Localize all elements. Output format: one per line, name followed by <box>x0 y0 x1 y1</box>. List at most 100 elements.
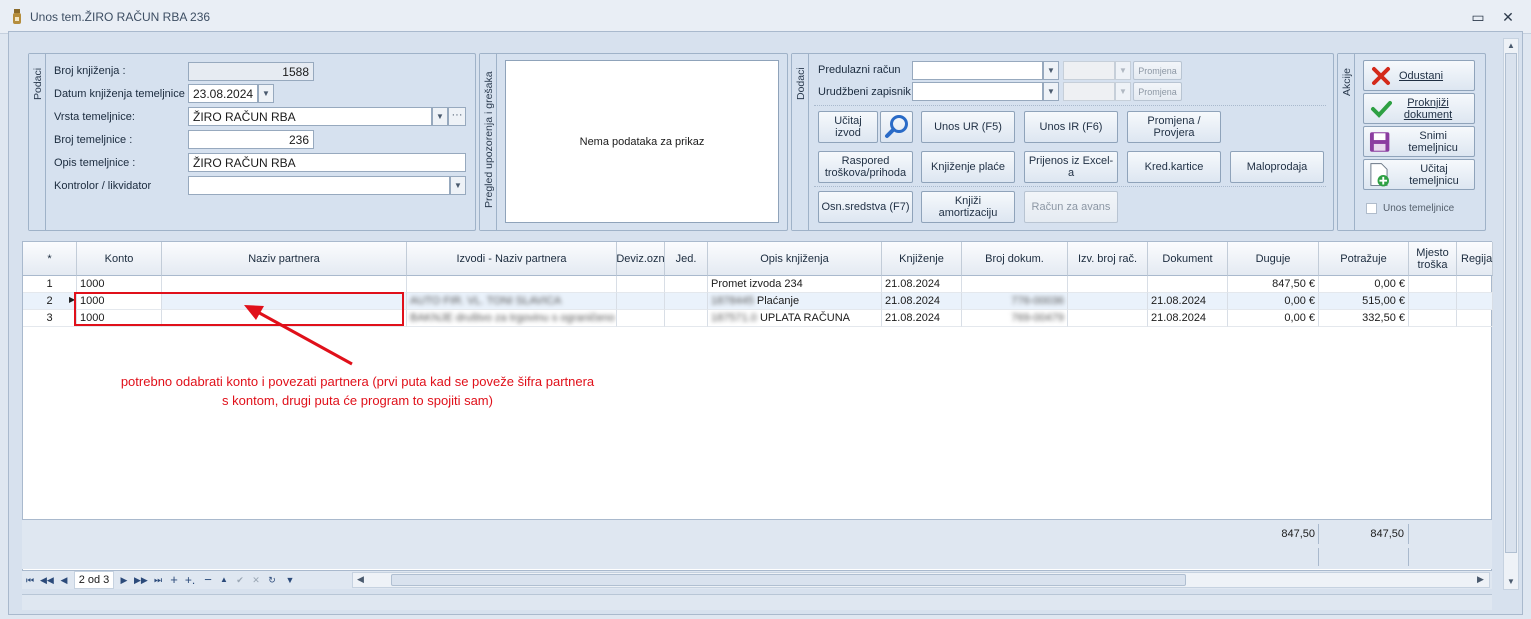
duguje-cell[interactable]: 0,00 € <box>1228 310 1319 327</box>
horizontal-scrollbar[interactable]: ◀ ▶ <box>352 572 1490 588</box>
podaci-tab: Podaci <box>29 54 46 230</box>
chevron-down-icon[interactable]: ▼ <box>432 107 448 126</box>
datum-field[interactable]: 23.08.2024 <box>188 84 258 103</box>
mjesto-cell[interactable] <box>1409 310 1457 327</box>
record-counter: 2 od 3 <box>74 571 114 589</box>
potrazuje-cell[interactable]: 0,00 € <box>1319 276 1409 293</box>
first-record-icon[interactable]: ⏮ <box>24 571 36 589</box>
duguje-cell[interactable]: 847,50 € <box>1228 276 1319 293</box>
dokument-cell[interactable]: 21.08.2024 <box>1148 293 1228 310</box>
dokument-cell[interactable] <box>1148 276 1228 293</box>
predulazni-label: Predulazni račun <box>818 64 901 76</box>
opis-field[interactable]: ŽIRO RAČUN RBA <box>188 153 466 172</box>
divider <box>1408 524 1409 544</box>
chevron-down-icon[interactable]: ▼ <box>450 176 466 195</box>
unos-ir-button[interactable]: Unos IR (F6) <box>1024 111 1118 143</box>
prev-record-icon[interactable]: ◀ <box>58 571 70 589</box>
potrazuje-cell[interactable]: 515,00 € <box>1319 293 1409 310</box>
broj-dokum-cell[interactable] <box>962 276 1068 293</box>
delete-icon[interactable]: − <box>202 571 214 589</box>
scroll-up-icon[interactable]: ▲ <box>1507 41 1515 50</box>
promjena-provjera-button[interactable]: Promjena / Provjera <box>1127 111 1221 143</box>
add-icon[interactable]: + <box>168 571 180 589</box>
ucitaj-temeljnicu-button[interactable]: Učitaj temeljnicu <box>1363 159 1475 190</box>
knjizenje-place-button[interactable]: Knjiženje plaće <box>921 151 1015 183</box>
ucitaj-izvod-button[interactable]: Učitaj izvod <box>818 111 878 143</box>
urudzbeni-secondary-field <box>1063 82 1115 101</box>
refresh-icon[interactable]: ↻ <box>266 571 278 589</box>
konto-cell[interactable]: 1000 <box>77 276 162 293</box>
knjizi-amortizaciju-button[interactable]: Knjiži amortizaciju <box>921 191 1015 223</box>
chevron-down-icon[interactable]: ▼ <box>258 84 274 103</box>
scroll-thumb[interactable] <box>391 574 1186 586</box>
scroll-right-icon[interactable]: ▶ <box>1477 574 1484 585</box>
filter-icon[interactable]: ▼ <box>284 571 296 589</box>
snimi-temeljnicu-button[interactable]: Snimi temeljnicu <box>1363 126 1475 157</box>
regija-cell[interactable] <box>1457 310 1493 327</box>
urudzbeni-field[interactable] <box>912 82 1043 101</box>
close-button[interactable]: ✕ <box>1500 10 1516 24</box>
header-jed[interactable]: Jed. <box>665 242 708 276</box>
unos-ur-button[interactable]: Unos UR (F5) <box>921 111 1015 143</box>
naziv-cell[interactable] <box>162 276 407 293</box>
header-opis[interactable]: Opis knjiženja <box>708 242 882 276</box>
odustani-button[interactable]: Odustani <box>1363 60 1475 91</box>
broj-dokum-cell[interactable]: 769-00479 <box>962 310 1068 327</box>
knjizenje-cell[interactable]: 21.08.2024 <box>882 310 962 327</box>
header-regija[interactable]: Regija <box>1457 242 1493 276</box>
kred-kartice-button[interactable]: Kred.kartice <box>1127 151 1221 183</box>
search-icon[interactable] <box>880 111 913 143</box>
prijenos-excel-button[interactable]: Prijenos iz Excel-a <box>1024 151 1118 183</box>
header-mjesto-troska[interactable]: Mjesto troška <box>1409 242 1457 276</box>
next-page-icon[interactable]: ▶▶ <box>134 571 148 589</box>
raspored-troskova-button[interactable]: Raspored troškova/prihoda <box>818 151 913 183</box>
header-izvodi-naziv[interactable]: Izvodi - Naziv partnera <box>407 242 617 276</box>
scroll-thumb[interactable] <box>1505 53 1517 553</box>
next-record-icon[interactable]: ▶ <box>118 571 130 589</box>
header-potrazuje[interactable]: Potražuje <box>1319 242 1409 276</box>
maloprodaja-button[interactable]: Maloprodaja <box>1230 151 1324 183</box>
opis-cell[interactable]: 1878445 Plaćanje <box>708 293 882 310</box>
opis-cell[interactable]: 187571.0 UPLATA RAČUNA <box>708 310 882 327</box>
header-izv-broj[interactable]: Izv. broj rač. <box>1068 242 1148 276</box>
mjesto-cell[interactable] <box>1409 293 1457 310</box>
jed-cell <box>665 293 708 310</box>
vrsta-field[interactable]: ŽIRO RAČUN RBA <box>188 107 432 126</box>
header-deviz[interactable]: Deviz.ozn <box>616 242 665 276</box>
scroll-left-icon[interactable]: ◀ <box>357 574 364 585</box>
edit-icon[interactable]: ▲ <box>218 571 230 589</box>
proknjizi-button[interactable]: Proknjiži dokument <box>1363 93 1475 124</box>
knjizenje-cell[interactable]: 21.08.2024 <box>882 293 962 310</box>
header-duguje[interactable]: Duguje <box>1228 242 1319 276</box>
regija-cell[interactable] <box>1457 276 1493 293</box>
chevron-down-icon[interactable]: ▼ <box>1043 82 1059 101</box>
predulazni-field[interactable] <box>912 61 1043 80</box>
potrazuje-cell[interactable]: 332,50 € <box>1319 310 1409 327</box>
regija-cell[interactable] <box>1457 293 1493 310</box>
prev-page-icon[interactable]: ◀◀ <box>40 571 54 589</box>
knjizenje-cell[interactable]: 21.08.2024 <box>882 276 962 293</box>
broj-dokum-cell[interactable]: 776-00036 <box>962 293 1068 310</box>
broj-temeljnice-field[interactable]: 236 <box>188 130 314 149</box>
akcije-tab: Akcije <box>1338 54 1355 230</box>
mjesto-cell[interactable] <box>1409 276 1457 293</box>
insert-icon[interactable]: +. <box>184 571 196 589</box>
header-dokument[interactable]: Dokument <box>1148 242 1228 276</box>
header-naziv-partnera[interactable]: Naziv partnera <box>162 242 407 276</box>
kontrolor-field[interactable] <box>188 176 450 195</box>
header-knjizenje[interactable]: Knjiženje <box>882 242 962 276</box>
dokument-cell[interactable]: 21.08.2024 <box>1148 310 1228 327</box>
ellipsis-button[interactable]: ··· <box>448 107 466 126</box>
vertical-scrollbar[interactable]: ▲ ▼ <box>1503 38 1519 590</box>
header-broj-dokum[interactable]: Broj dokum. <box>962 242 1068 276</box>
last-record-icon[interactable]: ⏭ <box>152 571 164 589</box>
header-marker[interactable]: * <box>23 242 77 276</box>
opis-cell[interactable]: Promet izvoda 234 <box>708 276 882 293</box>
duguje-cell[interactable]: 0,00 € <box>1228 293 1319 310</box>
divider <box>1408 548 1409 566</box>
header-konto[interactable]: Konto <box>77 242 162 276</box>
minimize-button[interactable]: ▭ <box>1470 10 1486 24</box>
scroll-down-icon[interactable]: ▼ <box>1507 577 1515 586</box>
chevron-down-icon[interactable]: ▼ <box>1043 61 1059 80</box>
osn-sredstva-button[interactable]: Osn.sredstva (F7) <box>818 191 913 223</box>
